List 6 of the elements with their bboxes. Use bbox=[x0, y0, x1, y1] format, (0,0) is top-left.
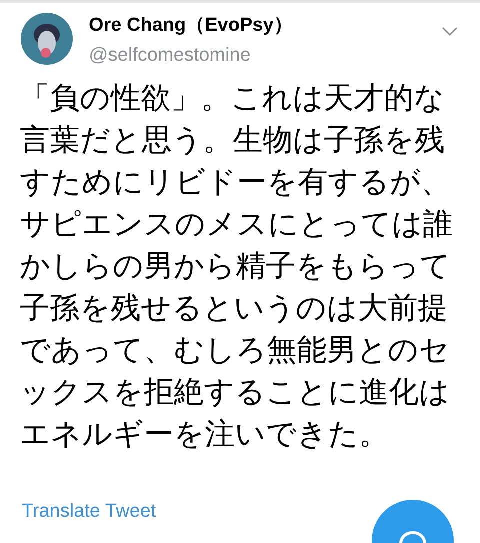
tweet-text: 「負の性欲」。これは天才的な 言葉だと思う。生物は子孫を残 すためにリビドーを有するが、 サピエンスのメスにとっては誰 かしらの男から精子をもらって 子孫を残せるというのは大前提 であって、むしろ無能男とのセ ックスを拒絶することに進化は エネルギーを注いできた。 bbox=[20, 81, 454, 453]
chevron-down-icon[interactable] bbox=[442, 27, 458, 37]
user-name: Ore Chang（EvoPsy） bbox=[89, 14, 294, 38]
user-handle: @selfcomestomine bbox=[89, 44, 252, 68]
translate-link[interactable]: Translate Tweet bbox=[22, 498, 156, 526]
avatar[interactable] bbox=[21, 13, 73, 65]
